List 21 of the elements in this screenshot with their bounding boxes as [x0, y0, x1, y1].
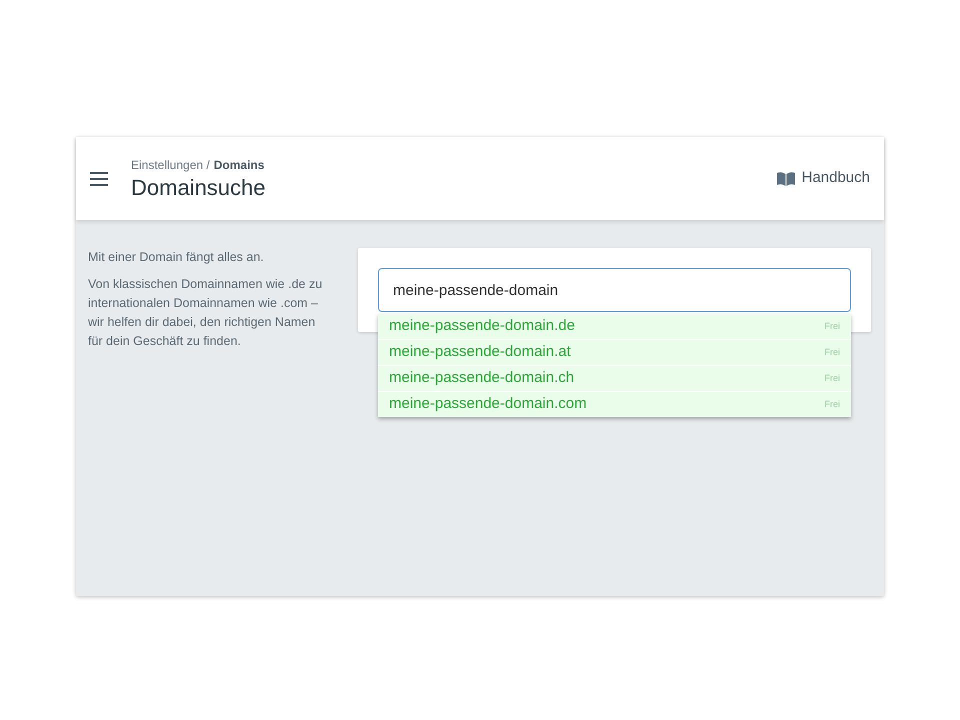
menu-icon[interactable]	[90, 170, 110, 186]
domain-search-field[interactable]: meine-passende-domain	[378, 268, 851, 312]
intro-text: Von klassischen Domainnamen wie .de zu internationalen Domainnamen wie .com – wir helfen dir dabei, den richtigen Namen für dein Geschäft zu finden.	[88, 276, 324, 350]
domain-name: meine-passende-domain.de	[389, 316, 575, 336]
status-label: Frei	[824, 372, 840, 385]
suggestion-item[interactable]: meine-passende-domain.ch Frei	[378, 366, 851, 391]
suggestion-item[interactable]: meine-passende-domain.com Frei	[378, 392, 851, 417]
domain-name: meine-passende-domain.at	[389, 342, 571, 362]
intro-lead: Mit einer Domain fängt alles an.	[88, 249, 265, 266]
domain-name: meine-passende-domain.com	[389, 394, 587, 414]
breadcrumb-link[interactable]: Einstellungen /	[131, 156, 210, 174]
book-icon	[776, 170, 796, 186]
breadcrumb-current: Domains	[214, 156, 264, 174]
manual-link[interactable]: Handbuch	[776, 167, 870, 190]
status-label: Frei	[824, 346, 840, 359]
page-title: Domainsuche	[131, 174, 266, 202]
suggestion-item[interactable]: meine-passende-domain.at Frei	[378, 340, 851, 365]
domain-name: meine-passende-domain.ch	[389, 368, 574, 388]
status-label: Frei	[824, 398, 840, 411]
suggestion-item[interactable]: meine-passende-domain.de Frei	[378, 314, 851, 339]
status-label: Frei	[824, 320, 840, 333]
